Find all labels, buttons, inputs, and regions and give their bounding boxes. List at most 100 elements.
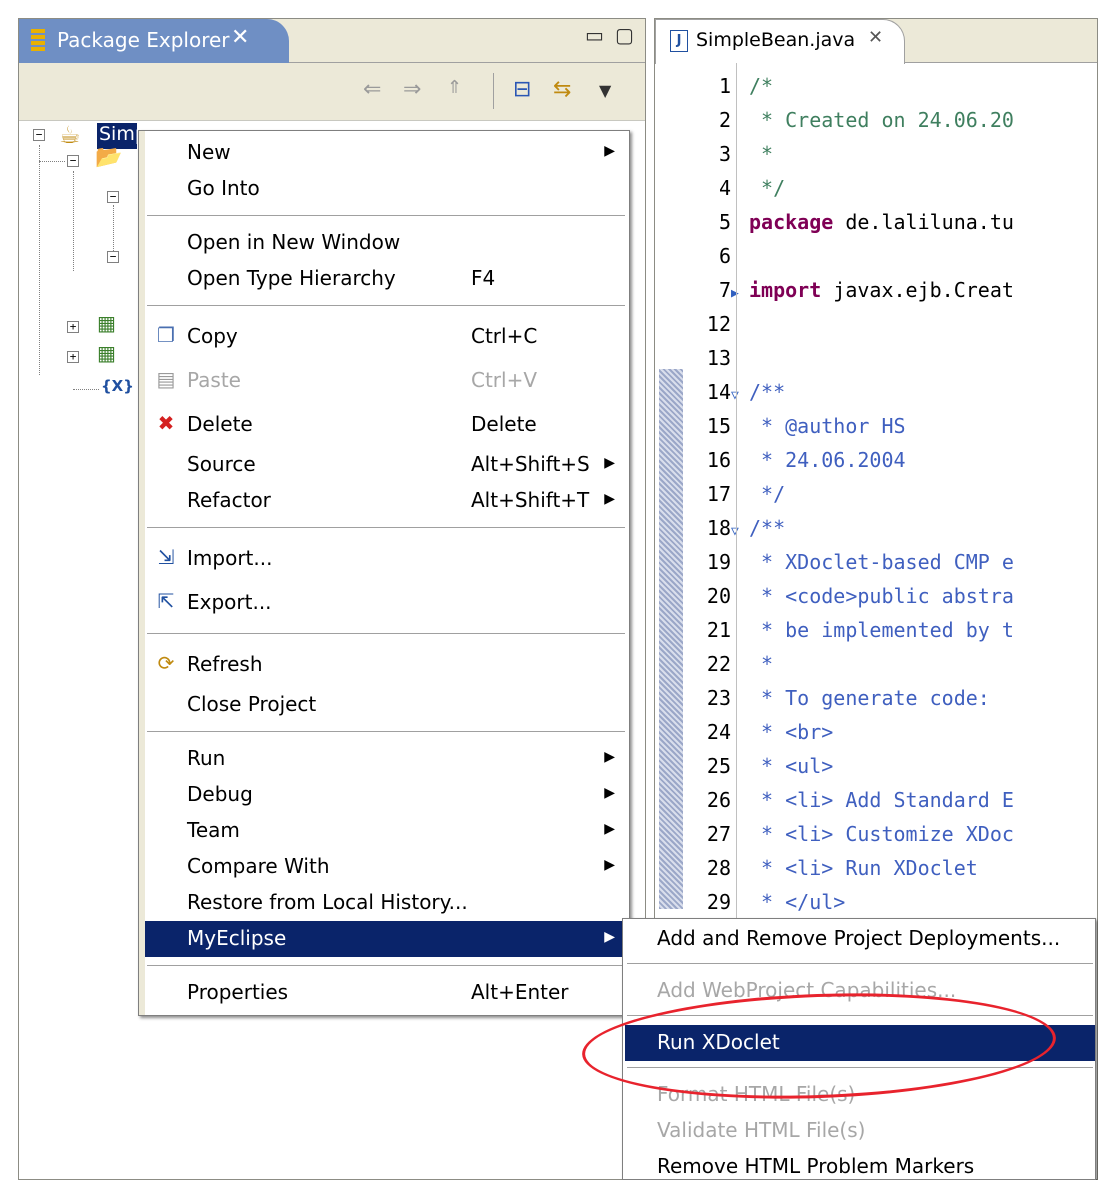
back-arrow-icon[interactable]: ⇐ — [363, 77, 381, 102]
submenu-arrow-icon: ▶ — [604, 821, 615, 837]
menu-item-label: MyEclipse — [187, 926, 287, 950]
collapse-toggle[interactable]: − — [107, 251, 119, 263]
collapse-toggle[interactable]: − — [67, 155, 79, 167]
code-token: * @author HS — [749, 414, 906, 438]
menu-item-label: New — [187, 140, 231, 164]
line-number: 17 — [706, 482, 731, 506]
menu-item-refactor[interactable]: Refactor Alt+Shift+T ▶ — [145, 483, 629, 519]
close-icon[interactable]: ✕ — [868, 27, 883, 48]
code-line: 20 * <code>public abstra — [683, 579, 1097, 613]
menu-item-shortcut: Alt+Shift+S — [471, 452, 590, 476]
submenu-item-remove-html-problem-markers[interactable]: Remove HTML Problem Markers — [625, 1149, 1095, 1180]
expand-toggle[interactable]: + — [67, 321, 79, 333]
code-token: * <li> Customize XDoc — [749, 822, 1014, 846]
menu-separator — [147, 633, 625, 635]
code-line: 14▽/** — [683, 375, 1097, 409]
menu-item-new[interactable]: New ▶ — [145, 135, 629, 171]
code-token: */ — [749, 482, 786, 506]
code-line: 29 * </ul> — [683, 885, 1097, 919]
menu-item-label: Import... — [187, 546, 273, 570]
fold-toggle-icon[interactable]: ▽ — [731, 379, 749, 413]
line-number: 25 — [706, 754, 731, 778]
menu-item-close-project[interactable]: Close Project — [145, 687, 629, 723]
menu-item-open-type-hierarchy[interactable]: Open Type Hierarchy F4 — [145, 261, 629, 297]
code-line: 13 — [683, 341, 1097, 375]
line-number: 23 — [706, 686, 731, 710]
line-number: 22 — [706, 652, 731, 676]
menu-item-shortcut: F4 — [471, 266, 496, 290]
maximize-icon[interactable]: ▢ — [615, 23, 634, 47]
line-number: 5 — [718, 210, 731, 234]
code-line: 6 — [683, 239, 1097, 273]
submenu-arrow-icon: ▶ — [604, 491, 615, 507]
submenu-arrow-icon: ▶ — [604, 857, 615, 873]
menu-separator — [147, 527, 625, 529]
menu-item-go-into[interactable]: Go Into — [145, 171, 629, 207]
submenu-arrow-icon: ▶ — [604, 749, 615, 765]
menu-item-open-in-new-window[interactable]: Open in New Window — [145, 225, 629, 261]
submenu-arrow-icon: ▶ — [604, 455, 615, 471]
tree-guide — [39, 145, 40, 375]
code-token: package — [749, 210, 834, 234]
expand-toggle[interactable]: + — [67, 351, 79, 363]
code-line: 2 * Created on 24.06.20 — [683, 103, 1097, 137]
menu-item-label: Debug — [187, 782, 253, 806]
menu-item-label: Restore from Local History... — [187, 890, 468, 914]
submenu-item-add-and-remove-project-deployments[interactable]: Add and Remove Project Deployments... — [625, 921, 1095, 957]
export-icon: ⇱ — [157, 589, 175, 613]
menu-item-shortcut: Delete — [471, 412, 537, 436]
close-icon[interactable]: ✕ — [231, 25, 249, 50]
code-line: 26 * <li> Add Standard E — [683, 783, 1097, 817]
code-token: * </ul> — [749, 890, 846, 914]
up-folder-icon[interactable]: ⇑ — [447, 77, 462, 98]
link-with-editor-icon[interactable]: ⇆ — [553, 77, 571, 102]
collapse-all-icon[interactable]: ⊟ — [513, 77, 531, 102]
fold-toggle-icon[interactable]: ▽ — [731, 515, 749, 549]
code-line: 23 * To generate code: — [683, 681, 1097, 715]
code-token: javax.ejb.Creat — [821, 278, 1014, 302]
menu-item-team[interactable]: Team ▶ — [145, 813, 629, 849]
code-token: import — [749, 278, 822, 302]
menu-item-import[interactable]: ⇲ Import... — [145, 537, 629, 581]
code-line: 1 /* — [683, 69, 1097, 103]
submenu-arrow-icon: ▶ — [604, 143, 615, 159]
menu-item-debug[interactable]: Debug ▶ — [145, 777, 629, 813]
menu-item-label: Properties — [187, 980, 289, 1004]
menu-item-run[interactable]: Run ▶ — [145, 741, 629, 777]
menu-item-refresh[interactable]: ⟳ Refresh — [145, 643, 629, 687]
submenu-item-validate-html-file-s[interactable]: Validate HTML File(s) — [625, 1113, 1095, 1149]
code-line: 25 * <ul> — [683, 749, 1097, 783]
view-menu-icon[interactable]: ▼ — [599, 81, 611, 100]
menu-item-shortcut: Alt+Enter — [471, 980, 569, 1004]
collapse-toggle[interactable]: − — [107, 191, 119, 203]
menu-separator — [627, 963, 1093, 965]
menu-item-label: Paste — [187, 368, 241, 392]
menu-item-source[interactable]: Source Alt+Shift+S ▶ — [145, 447, 629, 483]
menu-item-myeclipse[interactable]: MyEclipse ▶ — [145, 921, 629, 957]
menu-item-copy[interactable]: ❐ Copy Ctrl+C — [145, 315, 629, 359]
menu-item-restore-from-local-history[interactable]: Restore from Local History... — [145, 885, 629, 921]
menu-item-label: Open Type Hierarchy — [187, 266, 396, 290]
package-explorer-tab[interactable]: Package Explorer ✕ — [19, 19, 289, 63]
refresh-icon: ⟳ — [157, 651, 175, 675]
code-token: * — [749, 142, 774, 166]
line-number: 3 — [718, 142, 731, 166]
line-number: 1 — [718, 74, 731, 98]
menu-item-label: Open in New Window — [187, 230, 401, 254]
code-line: 28 * <li> Run XDoclet — [683, 851, 1097, 885]
code-token: * <code>public abstra — [749, 584, 1014, 608]
menu-item-compare-with[interactable]: Compare With ▶ — [145, 849, 629, 885]
collapse-toggle[interactable]: − — [33, 129, 45, 141]
minimize-icon[interactable]: ▭ — [585, 23, 604, 47]
code-token: /* — [749, 74, 774, 98]
fold-toggle-icon[interactable]: ▶ — [731, 277, 749, 311]
editor-tab[interactable]: J SimpleBean.java ✕ — [655, 19, 905, 64]
menu-item-properties[interactable]: Properties Alt+Enter — [145, 975, 629, 1011]
forward-arrow-icon[interactable]: ⇒ — [403, 77, 421, 102]
menu-item-export[interactable]: ⇱ Export... — [145, 581, 629, 625]
submenu-arrow-icon: ▶ — [604, 929, 615, 945]
menu-separator — [147, 305, 625, 307]
toolbar-divider — [493, 73, 494, 109]
menu-item-delete[interactable]: ✖ Delete Delete — [145, 403, 629, 447]
menu-item-paste[interactable]: ▤ Paste Ctrl+V — [145, 359, 629, 403]
